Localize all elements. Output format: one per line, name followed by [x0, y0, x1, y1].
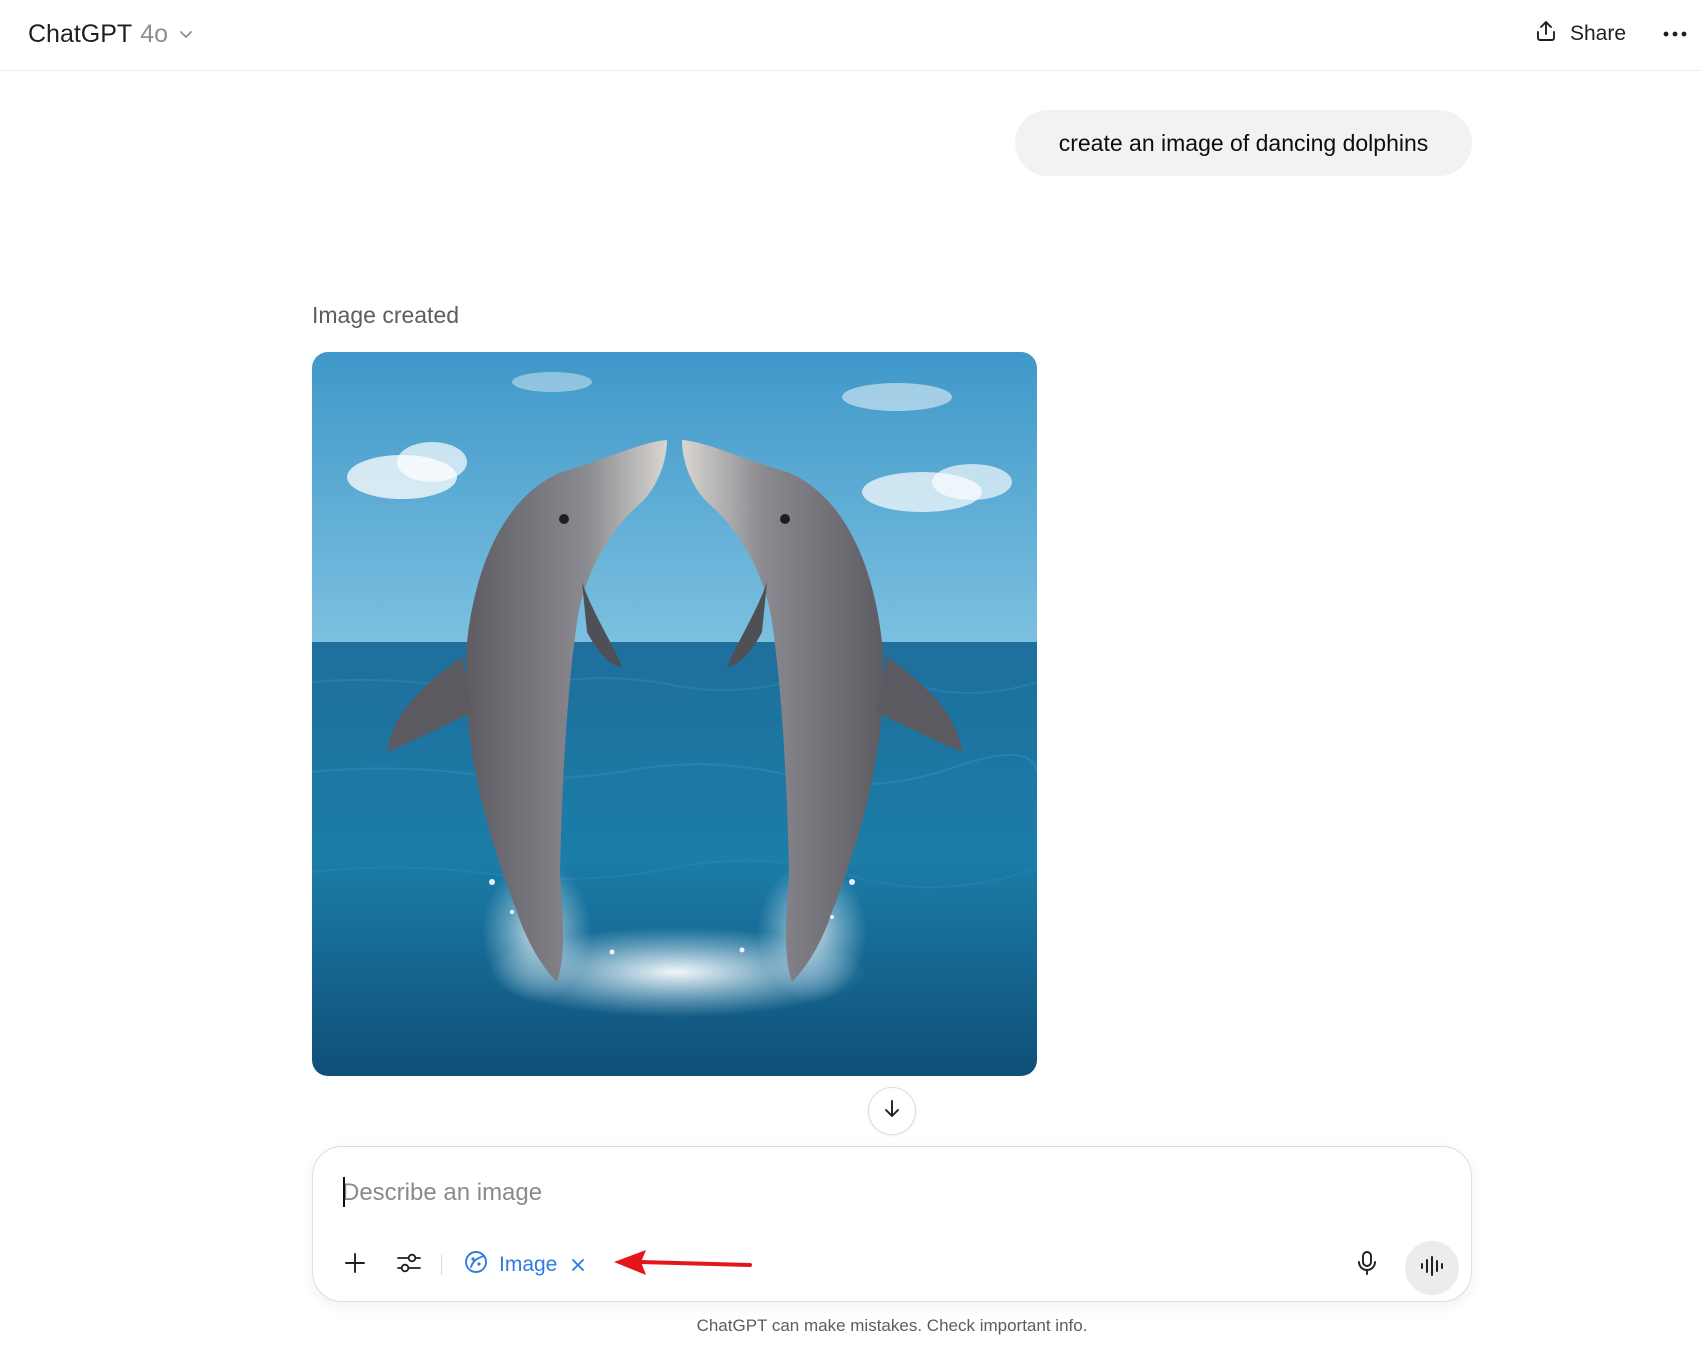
image-tool-icon: [463, 1249, 489, 1281]
disclaimer-text: ChatGPT can make mistakes. Check importa…: [696, 1316, 1088, 1335]
top-bar: ChatGPT 4o Share: [0, 0, 1700, 71]
arrow-down-icon: [880, 1097, 904, 1126]
more-options-button[interactable]: [1658, 14, 1692, 54]
close-icon[interactable]: [567, 1254, 589, 1276]
annotation-arrow: [610, 1244, 755, 1289]
sliders-icon: [396, 1251, 422, 1280]
add-attachment-button[interactable]: [335, 1245, 375, 1285]
share-label: Share: [1570, 22, 1627, 45]
user-message: create an image of dancing dolphins: [1015, 110, 1472, 176]
chatgpt-window: ChatGPT 4o Share create an image of danc…: [0, 0, 1700, 1346]
image-tool-label: Image: [499, 1253, 558, 1276]
generated-image[interactable]: [312, 352, 1037, 1076]
model-selector[interactable]: ChatGPT 4o: [28, 14, 196, 54]
prompt-input[interactable]: [342, 1173, 1342, 1213]
image-tool-chip[interactable]: Image: [463, 1245, 589, 1285]
image-created-label: Image created: [312, 302, 460, 328]
voice-mode-button[interactable]: [1405, 1241, 1459, 1295]
model-name: 4o: [140, 19, 169, 48]
toolbar-divider: [441, 1255, 442, 1275]
prompt-composer: Image: [312, 1146, 1472, 1302]
tools-button[interactable]: [389, 1245, 429, 1285]
share-icon: [1534, 19, 1558, 49]
user-message-text: create an image of dancing dolphins: [1058, 129, 1429, 156]
app-name: ChatGPT: [28, 19, 133, 48]
plus-icon: [343, 1251, 367, 1280]
scroll-down-button[interactable]: [868, 1087, 916, 1135]
dictate-button[interactable]: [1347, 1245, 1387, 1285]
share-button[interactable]: Share: [1534, 14, 1626, 54]
more-icon: [1663, 25, 1687, 43]
chevron-down-icon: [176, 24, 196, 44]
voice-wave-icon: [1419, 1255, 1445, 1282]
text-caret: [343, 1177, 345, 1207]
mic-icon: [1355, 1250, 1379, 1281]
